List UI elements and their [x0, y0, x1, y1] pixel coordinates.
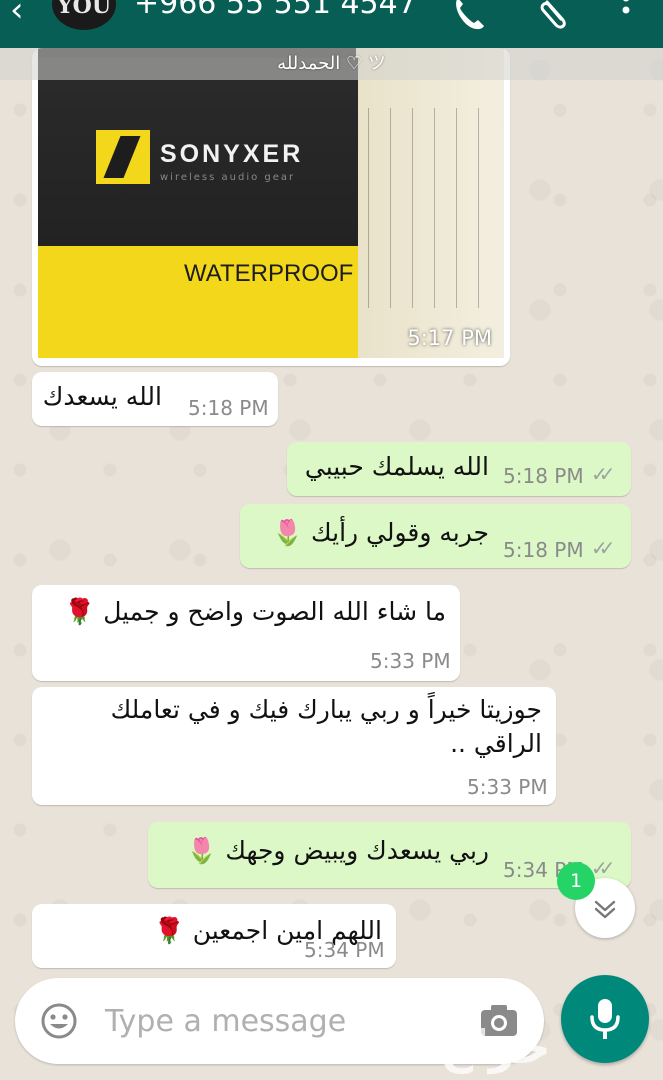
- message-time: 5:17 PM: [407, 326, 492, 350]
- chat-header: ‹ YOU +966 55 551 4547: [0, 0, 663, 48]
- message-text: ما شاء الله الصوت واضح و جميل 🌹: [64, 597, 446, 626]
- message-text-line1: جوزيتا خيراً و ربي يبارك فيك و في تعاملك: [110, 695, 542, 724]
- status-text: الحمدلله ♡ ツ: [277, 53, 386, 74]
- contact-title[interactable]: +966 55 551 4547: [134, 0, 417, 21]
- image-message[interactable]: SONYXER wireless audio gear WATERPROOF 5…: [32, 48, 510, 366]
- message-time: 5:18 PM: [188, 396, 269, 420]
- message-incoming[interactable]: الله يسعدك 5:18 PM: [32, 372, 278, 426]
- chevron-down-icon: [594, 900, 616, 919]
- message-time: 5:18 PM: [503, 464, 584, 488]
- watermark-text: حراج: [440, 1020, 551, 1074]
- message-text: الله يسلمك حبيبي: [304, 452, 489, 481]
- contact-avatar[interactable]: YOU: [52, 0, 116, 30]
- brand-name: SONYXER: [160, 140, 304, 168]
- product-photo[interactable]: SONYXER wireless audio gear WATERPROOF 5…: [38, 48, 504, 358]
- message-time: 5:33 PM: [370, 649, 451, 673]
- message-outgoing[interactable]: جربه وقولي رأيك 🌷 5:18 PM ✓✓: [240, 504, 631, 568]
- message-text-line2: الراقي ..: [450, 729, 542, 758]
- paperclip-icon[interactable]: [535, 0, 575, 34]
- status-strip: الحمدلله ♡ ツ: [0, 48, 663, 80]
- phone-icon[interactable]: [448, 0, 488, 34]
- brand-logo: [96, 130, 150, 184]
- avatar-text: YOU: [56, 0, 112, 19]
- read-ticks-icon: ✓✓: [591, 536, 615, 560]
- message-incoming[interactable]: جوزيتا خيراً و ربي يبارك فيك و في تعاملك…: [32, 687, 556, 805]
- unread-count-badge: 1: [557, 862, 595, 900]
- read-ticks-icon: ✓✓: [591, 462, 615, 486]
- message-time: 5:34 PM: [304, 938, 385, 962]
- brand-tagline: wireless audio gear: [160, 172, 296, 183]
- arrow-back-icon[interactable]: ‹: [10, 0, 24, 30]
- message-incoming[interactable]: اللهم امين اجمعين 🌹 5:34 PM: [32, 904, 396, 968]
- more-vert-icon[interactable]: [606, 0, 646, 34]
- emoji-icon[interactable]: [40, 1002, 78, 1040]
- voice-record-button[interactable]: [561, 975, 649, 1063]
- message-outgoing[interactable]: الله يسلمك حبيبي 5:18 PM ✓✓: [287, 442, 631, 496]
- message-text: جربه وقولي رأيك 🌷: [271, 518, 489, 547]
- message-incoming[interactable]: ما شاء الله الصوت واضح و جميل 🌹 5:33 PM: [32, 585, 460, 681]
- message-time: 5:18 PM: [503, 538, 584, 562]
- message-time: 5:33 PM: [467, 775, 548, 799]
- mic-icon: [590, 999, 620, 1039]
- message-text: ربي يسعدك ويبيض وجهك 🌷: [186, 836, 489, 865]
- message-input[interactable]: Type a message: [105, 1004, 346, 1039]
- message-text: الله يسعدك: [42, 382, 162, 411]
- waterproof-badge: WATERPROOF: [184, 260, 354, 287]
